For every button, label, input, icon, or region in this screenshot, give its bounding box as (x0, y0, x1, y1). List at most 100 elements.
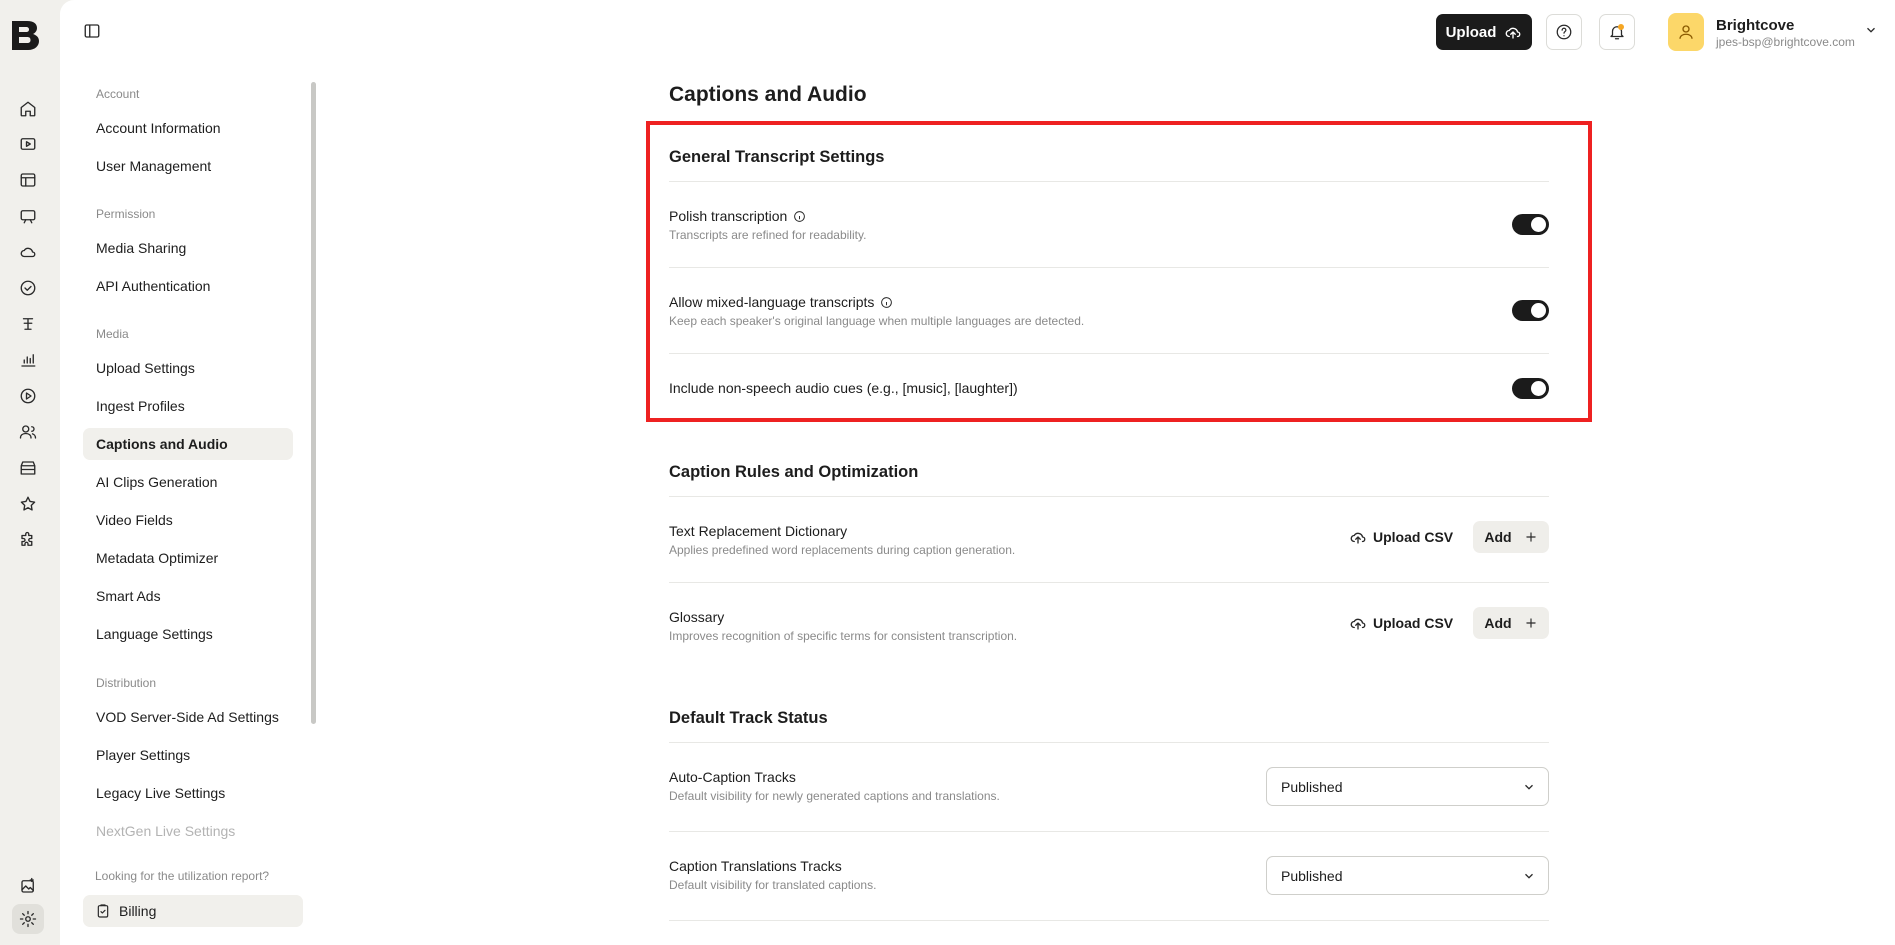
mixed-language-toggle[interactable] (1512, 300, 1549, 321)
auto-caption-select-value: Published (1281, 778, 1343, 795)
cloud-icon[interactable] (18, 242, 38, 262)
settings-nav-scrollbar[interactable] (311, 82, 316, 724)
section-title-caption-rules: Caption Rules and Optimization (669, 463, 919, 481)
profile-name: Brightcove (1716, 17, 1795, 34)
info-icon[interactable] (793, 210, 806, 223)
nav-section-media: Media (96, 327, 129, 341)
profile-menu[interactable]: Brightcove jpes-bsp@brightcove.com (1668, 13, 1888, 51)
nav-item-ai-clips-generation[interactable]: AI Clips Generation (83, 466, 293, 498)
sidebar-toggle-icon[interactable] (83, 22, 103, 42)
nav-item-vod-ssai-settings[interactable]: VOD Server-Side Ad Settings (83, 701, 293, 733)
glossary-upload-csv-button[interactable]: Upload CSV (1349, 608, 1453, 638)
settings-gear-icon[interactable] (12, 904, 44, 934)
home-icon[interactable] (18, 99, 38, 119)
analytics-icon[interactable] (18, 350, 38, 370)
help-icon (1556, 24, 1572, 40)
auto-caption-label: Auto-Caption Tracks (669, 769, 796, 785)
play-circle-icon[interactable] (18, 386, 38, 406)
image-ai-icon[interactable] (18, 876, 38, 896)
glossary-text: Glossary (669, 609, 725, 625)
caption-translations-text: Caption Translations Tracks (669, 858, 842, 874)
auto-caption-select[interactable]: Published (1266, 767, 1549, 806)
plus-icon (1525, 532, 1536, 542)
nav-item-api-authentication[interactable]: API Authentication (83, 270, 293, 302)
notification-dot (1618, 24, 1624, 30)
brightcove-logo-icon[interactable] (10, 18, 44, 52)
toggle-knob (1531, 303, 1546, 318)
cloud-upload-icon (1350, 618, 1366, 630)
nav-item-video-fields[interactable]: Video Fields (83, 504, 293, 536)
main-panel: Upload Brightcove jpes-bsp@brightcove.co… (60, 0, 1895, 945)
divider (669, 353, 1549, 354)
glossary-add-button[interactable]: Add (1473, 607, 1549, 639)
nav-item-captions-and-audio[interactable]: Captions and Audio (83, 428, 293, 460)
divider (669, 920, 1549, 921)
avatar (1668, 13, 1704, 51)
billing-link[interactable]: Billing (83, 895, 303, 927)
caption-translations-select-value: Published (1281, 867, 1343, 884)
puzzle-icon[interactable] (18, 530, 38, 550)
polish-transcription-description: Transcripts are refined for readability. (669, 228, 867, 242)
table-icon[interactable] (18, 170, 38, 190)
polish-transcription-toggle[interactable] (1512, 214, 1549, 235)
nav-item-player-settings[interactable]: Player Settings (83, 739, 293, 771)
upload-csv-label: Upload CSV (1373, 615, 1454, 631)
upload-button-label: Upload (1445, 23, 1497, 41)
ai-icon[interactable] (18, 314, 38, 334)
glossary-description: Improves recognition of specific terms f… (669, 629, 1018, 643)
nav-item-nextgen-live-settings[interactable]: NextGen Live Settings (83, 815, 293, 847)
divider (669, 267, 1549, 268)
divider (669, 742, 1549, 743)
non-speech-cues-toggle[interactable] (1512, 378, 1549, 399)
nav-section-distribution: Distribution (96, 676, 157, 690)
mixed-language-description: Keep each speaker's original language wh… (669, 314, 1085, 328)
chevron-down-icon[interactable] (1864, 23, 1880, 39)
non-speech-cues-label: Include non-speech audio cues (e.g., [mu… (669, 380, 1018, 396)
text-replacement-label: Text Replacement Dictionary (669, 523, 847, 539)
chevron-down-icon (1522, 869, 1536, 883)
star-icon[interactable] (18, 494, 38, 514)
text-replacement-text: Text Replacement Dictionary (669, 523, 848, 539)
profile-email: jpes-bsp@brightcove.com (1716, 35, 1855, 49)
nav-item-account-information[interactable]: Account Information (83, 112, 293, 144)
cloud-upload-icon (1350, 532, 1366, 544)
toggle-knob (1531, 381, 1546, 396)
text-replacement-upload-csv-button[interactable]: Upload CSV (1349, 522, 1453, 552)
monitor-icon[interactable] (18, 206, 38, 226)
chevron-down-icon (1522, 780, 1536, 794)
nav-item-language-settings[interactable]: Language Settings (83, 618, 293, 650)
section-title-default-track: Default Track Status (669, 709, 828, 727)
nav-item-legacy-live-settings[interactable]: Legacy Live Settings (83, 777, 293, 809)
cloud-upload-icon (1506, 27, 1521, 39)
info-icon[interactable] (880, 296, 893, 309)
nav-item-upload-settings[interactable]: Upload Settings (83, 352, 293, 384)
shield-icon[interactable] (18, 278, 38, 298)
nav-item-ingest-profiles[interactable]: Ingest Profiles (83, 390, 293, 422)
caption-translations-select[interactable]: Published (1266, 856, 1549, 895)
user-icon (1679, 25, 1693, 39)
upload-button[interactable]: Upload (1436, 14, 1532, 50)
divider (669, 831, 1549, 832)
billing-label: Billing (119, 903, 157, 919)
nav-item-smart-ads[interactable]: Smart Ads (83, 580, 293, 612)
nav-item-media-sharing[interactable]: Media Sharing (83, 232, 293, 264)
text-replacement-description: Applies predefined word replacements dur… (669, 543, 1016, 557)
nav-item-metadata-optimizer[interactable]: Metadata Optimizer (83, 542, 293, 574)
add-label: Add (1484, 615, 1512, 631)
auto-caption-description: Default visibility for newly generated c… (669, 789, 1000, 803)
video-library-icon[interactable] (18, 134, 38, 154)
page-title: Captions and Audio (669, 83, 867, 106)
polish-transcription-label: Polish transcription (669, 208, 806, 224)
users-icon[interactable] (18, 422, 38, 442)
notifications-button[interactable] (1599, 14, 1635, 50)
non-speech-cues-text: Include non-speech audio cues (e.g., [mu… (669, 380, 1018, 396)
help-button[interactable] (1546, 14, 1582, 50)
text-replacement-add-button[interactable]: Add (1473, 521, 1549, 553)
storefront-icon[interactable] (18, 458, 38, 478)
clipboard-check-icon (97, 904, 109, 918)
utilization-note: Looking for the utilization report? (95, 869, 270, 883)
auto-caption-text: Auto-Caption Tracks (669, 769, 796, 785)
nav-item-user-management[interactable]: User Management (83, 150, 293, 182)
section-title-general: General Transcript Settings (669, 148, 885, 166)
mixed-language-text: Allow mixed-language transcripts (669, 294, 875, 310)
